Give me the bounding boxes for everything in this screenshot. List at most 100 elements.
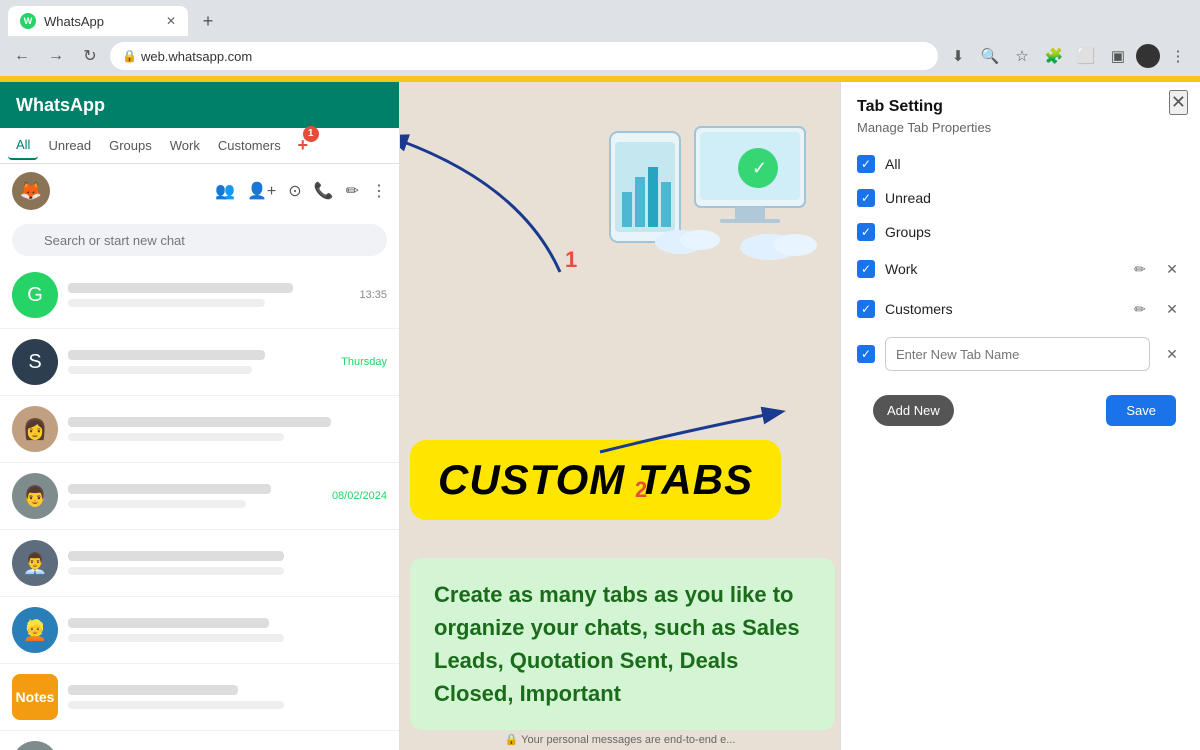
- chat-info: [68, 283, 349, 307]
- panel-item-customers: ✓ Customers ✏ ✕: [841, 289, 1200, 329]
- chat-info: [68, 551, 377, 575]
- new-chat-icon[interactable]: ✏: [346, 181, 359, 201]
- chat-item[interactable]: 👱: [0, 597, 399, 664]
- tab-add-button[interactable]: + 1: [291, 134, 315, 158]
- chat-item[interactable]: Notes: [0, 664, 399, 731]
- panel-actions-customers: ✏ ✕: [1128, 297, 1184, 321]
- chat-time: 08/02/2024: [332, 490, 387, 502]
- chat-list: G 13:35 S: [0, 262, 399, 750]
- chat-preview: [68, 701, 284, 709]
- chat-preview: [68, 433, 284, 441]
- checkbox-unread[interactable]: ✓: [857, 189, 875, 207]
- chat-preview: [68, 366, 252, 374]
- wa-tabs: All Unread Groups Work Customers + 1: [0, 128, 399, 164]
- wa-header: WhatsApp: [0, 82, 399, 128]
- chat-avatar: 👩: [12, 406, 58, 452]
- sidebar-icon[interactable]: ▣: [1104, 42, 1132, 70]
- chat-preview: [68, 634, 284, 642]
- tab-all[interactable]: All: [8, 131, 38, 160]
- toolbar-icons: ⬇ 🔍 ☆ 🧩 ⬜ ▣ ⋮: [944, 42, 1192, 70]
- chat-avatar: 👤: [12, 741, 58, 750]
- star-icon[interactable]: ☆: [1008, 42, 1036, 70]
- forward-button[interactable]: →: [42, 42, 70, 70]
- extension-icon[interactable]: 🧩: [1040, 42, 1068, 70]
- chat-avatar: G: [12, 272, 58, 318]
- edit-work-icon[interactable]: ✏: [1128, 257, 1152, 281]
- chat-list-header: 🦊 👥 👤+ ⊙ 📞 ✏ ⋮: [0, 164, 399, 218]
- address-input[interactable]: 🔒 web.whatsapp.com: [110, 42, 938, 70]
- tab-groups[interactable]: Groups: [101, 132, 160, 159]
- browser-tab[interactable]: W WhatsApp ✕: [8, 6, 188, 36]
- tab-customers[interactable]: Customers: [210, 132, 289, 159]
- chat-item[interactable]: S Thursday: [0, 329, 399, 396]
- panel-item-groups: ✓ Groups: [841, 215, 1200, 249]
- panel-label-unread: Unread: [885, 190, 1184, 206]
- tab-favicon: W: [20, 13, 36, 29]
- menu-icon[interactable]: ⋮: [1164, 42, 1192, 70]
- chat-time: 13:35: [359, 289, 387, 301]
- zoom-icon[interactable]: 🔍: [976, 42, 1004, 70]
- search-input[interactable]: [12, 224, 387, 256]
- edit-customers-icon[interactable]: ✏: [1128, 297, 1152, 321]
- back-button[interactable]: ←: [8, 42, 36, 70]
- new-tab-button[interactable]: +: [194, 7, 222, 35]
- url-text: web.whatsapp.com: [141, 49, 252, 64]
- panel-close-button[interactable]: ✕: [1169, 90, 1188, 115]
- chat-name: [68, 484, 271, 494]
- new-tab-row: ✓ ✕: [841, 329, 1200, 379]
- new-community-icon[interactable]: 👥: [215, 181, 235, 201]
- profile-dot[interactable]: [1136, 44, 1160, 68]
- browser-top: W WhatsApp ✕ + ← → ↻ 🔒 web.whatsapp.com …: [0, 0, 1200, 76]
- delete-work-icon[interactable]: ✕: [1160, 257, 1184, 281]
- puzzle-icon[interactable]: ⬜: [1072, 42, 1100, 70]
- panel-label-work: Work: [885, 261, 1118, 277]
- more-icon[interactable]: ⋮: [371, 181, 387, 201]
- call-icon[interactable]: 📞: [314, 181, 334, 201]
- chat-name: [68, 551, 284, 561]
- svg-text:✓: ✓: [752, 158, 767, 178]
- chat-name: [68, 618, 269, 628]
- delete-customers-icon[interactable]: ✕: [1160, 297, 1184, 321]
- save-button[interactable]: Save: [1106, 395, 1176, 426]
- main-column: ✓ CUSTOM TABS Create: [400, 82, 840, 750]
- chat-item[interactable]: 👨‍💼: [0, 530, 399, 597]
- tab-add-badge: 1: [303, 126, 319, 142]
- panel-label-customers: Customers: [885, 301, 1118, 317]
- new-group-icon[interactable]: 👤+: [247, 181, 276, 201]
- illustration: ✓: [600, 112, 820, 272]
- checkbox-work[interactable]: ✓: [857, 260, 875, 278]
- tab-unread[interactable]: Unread: [40, 132, 99, 159]
- whatsapp-split: WhatsApp All Unread Groups Work Customer…: [0, 82, 840, 750]
- add-new-button[interactable]: Add New: [873, 395, 954, 426]
- panel-actions-row: Add New Save: [841, 379, 1200, 442]
- chat-item[interactable]: 👤 10/01/2024: [0, 731, 399, 750]
- download-icon[interactable]: ⬇: [944, 42, 972, 70]
- panel-item-all: ✓ All: [841, 147, 1200, 181]
- chat-avatar: 👨: [12, 473, 58, 519]
- tab-work[interactable]: Work: [162, 132, 208, 159]
- user-avatar: 🦊: [12, 172, 50, 210]
- chat-info: [68, 618, 377, 642]
- delete-new-icon[interactable]: ✕: [1160, 342, 1184, 366]
- chat-preview: [68, 299, 265, 307]
- checkbox-new[interactable]: ✓: [857, 345, 875, 363]
- refresh-button[interactable]: ↻: [76, 42, 104, 70]
- chat-info: [68, 350, 331, 374]
- new-tab-input[interactable]: [885, 337, 1150, 371]
- chat-avatar: 👱: [12, 607, 58, 653]
- search-wrapper: 🔍: [12, 224, 387, 256]
- panel-subtitle: Manage Tab Properties: [841, 120, 1200, 147]
- chat-item[interactable]: 👩: [0, 396, 399, 463]
- chat-item[interactable]: 👨 08/02/2024: [0, 463, 399, 530]
- checkbox-customers[interactable]: ✓: [857, 300, 875, 318]
- chat-avatar: S: [12, 339, 58, 385]
- custom-tabs-box: CUSTOM TABS: [410, 440, 781, 520]
- status-icon[interactable]: ⊙: [288, 181, 301, 201]
- chat-name: [68, 350, 265, 360]
- chat-item[interactable]: G 13:35: [0, 262, 399, 329]
- checkbox-all[interactable]: ✓: [857, 155, 875, 173]
- checkbox-groups[interactable]: ✓: [857, 223, 875, 241]
- tab-close-button[interactable]: ✕: [166, 14, 176, 28]
- address-bar-row: ← → ↻ 🔒 web.whatsapp.com ⬇ 🔍 ☆ 🧩 ⬜ ▣ ⋮: [0, 36, 1200, 76]
- browser-content: WhatsApp All Unread Groups Work Customer…: [0, 82, 1200, 750]
